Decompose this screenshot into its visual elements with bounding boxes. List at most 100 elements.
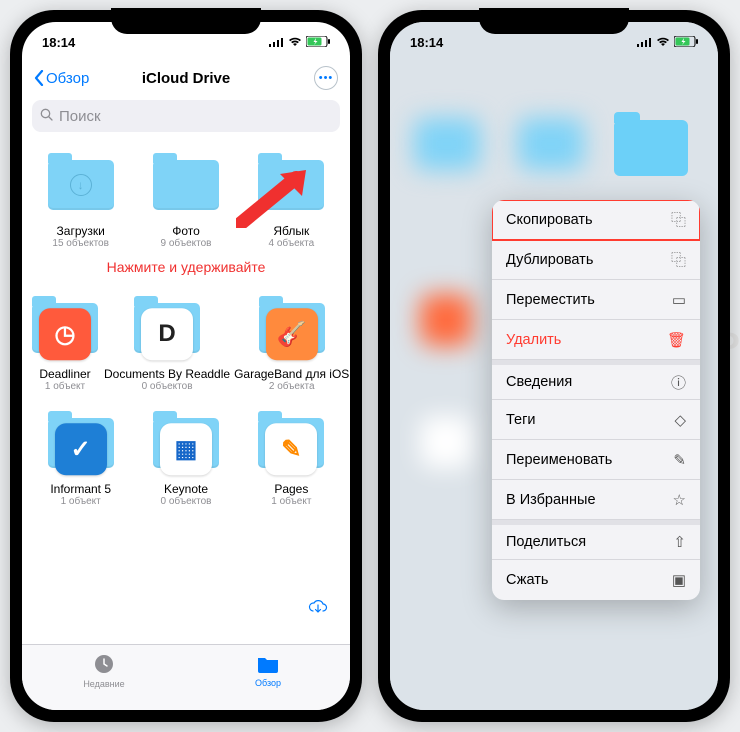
chevron-left-icon: [34, 70, 44, 86]
app-icon: 🎸: [266, 308, 318, 360]
app-sub: 1 объект: [30, 496, 131, 507]
app-informant[interactable]: ✓ Informant 5 1 объект: [28, 402, 133, 513]
menu-compress[interactable]: Сжать ▣: [492, 560, 700, 600]
menu-info[interactable]: Сведения ⓘ: [492, 360, 700, 400]
notch: [479, 8, 629, 34]
duplicate-icon: ⿻: [671, 249, 686, 270]
share-icon: ⇧: [673, 533, 686, 551]
more-button[interactable]: •••: [314, 66, 338, 90]
back-label: Обзор: [46, 70, 89, 87]
app-keynote[interactable]: ▦ Keynote 0 объектов: [133, 402, 238, 513]
menu-share[interactable]: Поделиться ⇧: [492, 520, 700, 560]
menu-label: Дублировать: [506, 252, 593, 268]
app-sub: 1 объект: [30, 381, 100, 392]
context-menu: Скопировать ⿻ Дублировать ⿻ Переместить …: [492, 200, 700, 600]
menu-label: Удалить: [506, 332, 561, 348]
menu-label: Сжать: [506, 572, 548, 588]
copy-icon: ⿻: [671, 209, 686, 230]
app-documents[interactable]: D Documents By Readdle 0 объектов: [102, 287, 232, 398]
nav-bar: Обзор iCloud Drive •••: [22, 62, 350, 96]
menu-label: Скопировать: [506, 212, 593, 228]
folder-icon: 🎸: [257, 293, 327, 363]
folder-sub: 15 объектов: [30, 238, 131, 249]
menu-label: В Избранные: [506, 492, 596, 508]
folder-photo[interactable]: Фото 9 объектов: [133, 144, 238, 255]
search-icon: [40, 108, 53, 125]
move-icon: ▭: [672, 291, 686, 309]
wifi-icon: [656, 35, 670, 50]
menu-label: Переименовать: [506, 452, 612, 468]
app-grid-2: ✓ Informant 5 1 объект ▦ Keynote 0 объек…: [22, 400, 350, 515]
status-indicators: [269, 35, 330, 50]
folder-icon: ✓: [46, 408, 116, 478]
tab-label: Недавние: [83, 679, 124, 689]
star-icon: ☆: [673, 491, 686, 509]
folder-sub: 9 объектов: [135, 238, 236, 249]
search-input[interactable]: Поиск: [32, 100, 340, 132]
app-icon: D: [141, 308, 193, 360]
app-icon: ◷: [39, 308, 91, 360]
trash-icon: 🗑: [667, 331, 686, 349]
app-sub: 0 объектов: [104, 381, 230, 392]
folder-icon: [151, 150, 221, 220]
page-title: iCloud Drive: [142, 70, 230, 87]
folder-label: Фото: [135, 224, 236, 238]
status-indicators: [637, 35, 698, 50]
tab-browse[interactable]: Обзор: [186, 645, 350, 696]
menu-move[interactable]: Переместить ▭: [492, 280, 700, 320]
menu-label: Поделиться: [506, 534, 586, 550]
context-preview-folder[interactable]: [614, 120, 688, 176]
tab-bar: Недавние Обзор: [22, 644, 350, 710]
folder-label: Загрузки: [30, 224, 131, 238]
screen-left: 18:14 Обзор iCloud Drive •••: [22, 22, 350, 710]
app-sub: 2 объекта: [234, 381, 349, 392]
app-label: GarageBand для iOS: [234, 367, 349, 381]
status-time: 18:14: [42, 35, 75, 50]
app-label: Pages: [241, 482, 342, 496]
app-deadliner[interactable]: ◷ Deadliner 1 объект: [28, 287, 102, 398]
folder-icon: [256, 654, 280, 676]
tab-recent[interactable]: Недавние: [22, 645, 186, 696]
folder-icon: [46, 150, 116, 220]
app-pages[interactable]: ✎ Pages 1 объект: [239, 402, 344, 513]
battery-icon: [306, 35, 330, 50]
menu-duplicate[interactable]: Дублировать ⿻: [492, 240, 700, 280]
pencil-icon: ✎: [673, 451, 686, 469]
folder-sub: 4 объекта: [241, 238, 342, 249]
menu-label: Переместить: [506, 292, 595, 308]
folder-icon: D: [132, 293, 202, 363]
app-label: Deadliner: [30, 367, 100, 381]
instruction-text: Нажмите и удерживайте: [22, 257, 350, 285]
status-time: 18:14: [410, 35, 443, 50]
app-icon: ▦: [160, 423, 212, 475]
phone-right: 18:14 Скопировать ⿻ Дублировать ⿻ Переме…: [378, 10, 730, 722]
app-icon: ✎: [265, 423, 317, 475]
notch: [111, 8, 261, 34]
archive-icon: ▣: [672, 571, 686, 589]
app-garageband[interactable]: 🎸 GarageBand для iOS 2 объекта: [232, 287, 350, 398]
app-sub: 0 объектов: [135, 496, 236, 507]
signal-icon: [637, 35, 652, 50]
app-label: Informant 5: [30, 482, 131, 496]
folder-icon: ✎: [256, 408, 326, 478]
folder-downloads[interactable]: Загрузки 15 объектов: [28, 144, 133, 255]
search-placeholder: Поиск: [59, 108, 101, 125]
menu-favorite[interactable]: В Избранные ☆: [492, 480, 700, 520]
folder-icon: ▦: [151, 408, 221, 478]
arrow-annotation: [236, 168, 310, 228]
menu-label: Сведения: [506, 374, 572, 390]
app-label: Keynote: [135, 482, 236, 496]
menu-label: Теги: [506, 412, 536, 428]
tag-icon: ◇: [674, 411, 686, 429]
phone-left: 18:14 Обзор iCloud Drive •••: [10, 10, 362, 722]
menu-rename[interactable]: Переименовать ✎: [492, 440, 700, 480]
back-button[interactable]: Обзор: [34, 70, 89, 87]
cloud-download-icon[interactable]: [308, 599, 328, 620]
folder-icon: ◷: [30, 293, 100, 363]
menu-tags[interactable]: Теги ◇: [492, 400, 700, 440]
app-label: Documents By Readdle: [104, 367, 230, 381]
ellipsis-icon: •••: [319, 72, 334, 84]
menu-delete[interactable]: Удалить 🗑: [492, 320, 700, 360]
app-grid-1: ◷ Deadliner 1 объект D Documents By Read…: [22, 285, 350, 400]
menu-copy[interactable]: Скопировать ⿻: [492, 200, 700, 240]
